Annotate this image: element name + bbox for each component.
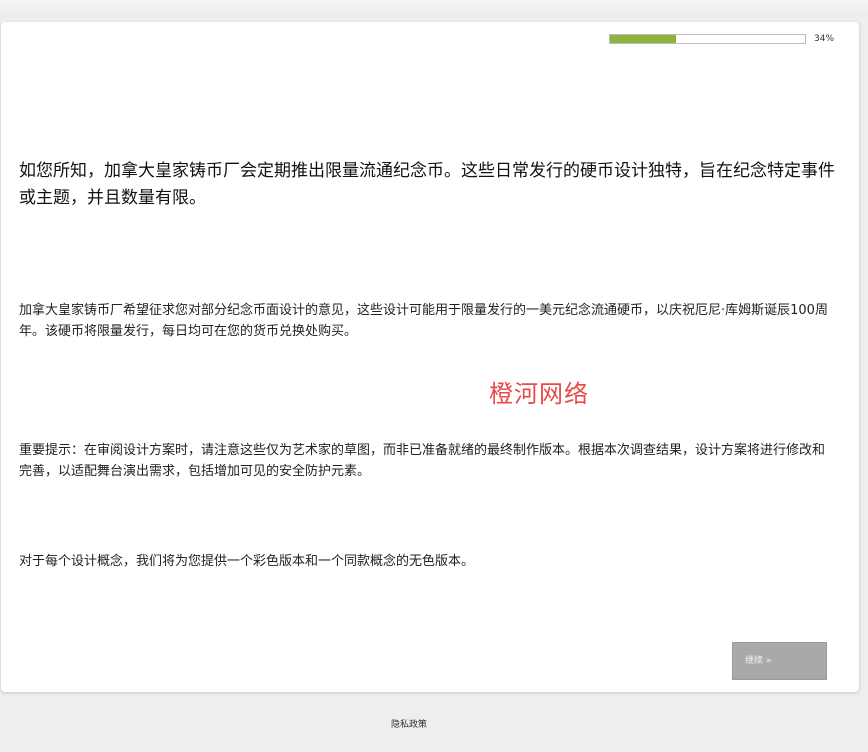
watermark-text: 橙河网络 bbox=[489, 380, 589, 408]
description-paragraph: 加拿大皇家铸币厂希望征求您对部分纪念币面设计的意见，这些设计可能用于限量发行的一… bbox=[19, 303, 828, 339]
intro-text: 如您所知，加拿大皇家铸币厂会定期推出限量流通纪念币。这些日常发行的硬币设计独特，… bbox=[19, 161, 835, 208]
progress-percent: 34% bbox=[814, 34, 835, 44]
design-concept-paragraph: 对于每个设计概念，我们将为您提供一个彩色版本和一个同款概念的无色版本。 bbox=[19, 554, 475, 569]
top-strip bbox=[0, 0, 868, 18]
privacy-policy-link[interactable]: 隐私政策 bbox=[0, 717, 818, 730]
survey-card: 34% 如您所知，加拿大皇家铸币厂会定期推出限量流通纪念币。这些日常发行的硬币设… bbox=[1, 22, 859, 692]
progress-bar-fill bbox=[610, 35, 677, 43]
next-button[interactable]: 继续 » bbox=[732, 642, 827, 680]
progress-bar bbox=[609, 34, 806, 44]
important-note-paragraph: 重要提示：在审阅设计方案时，请注意这些仅为艺术家的草图，而非已准备就绪的最终制作… bbox=[19, 443, 826, 479]
